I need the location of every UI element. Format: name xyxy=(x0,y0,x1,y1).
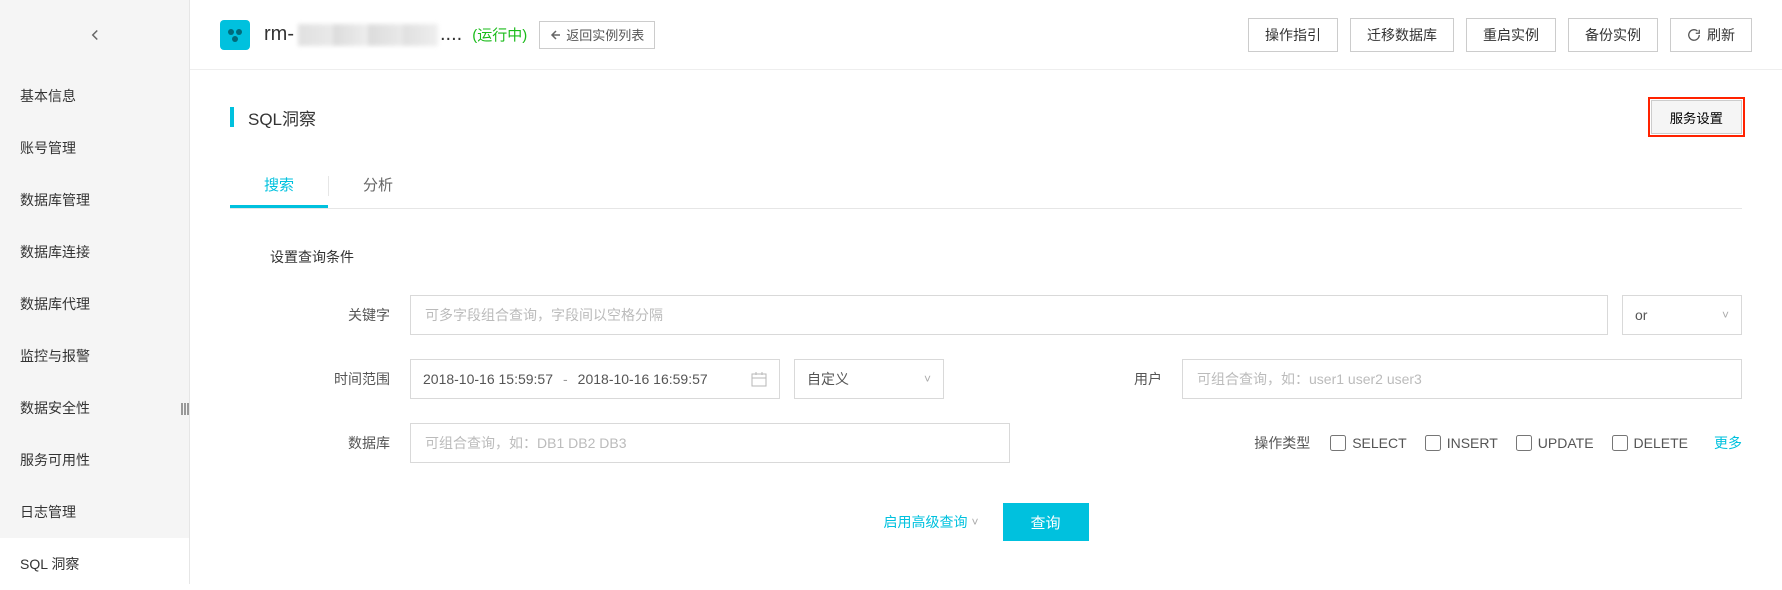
sidebar-item-monitor[interactable]: 监控与报警 xyxy=(0,330,189,382)
checkbox-delete[interactable] xyxy=(1612,435,1628,451)
header-actions: 操作指引 迁移数据库 重启实例 备份实例 刷新 xyxy=(1248,18,1752,52)
keyword-input[interactable] xyxy=(410,295,1608,335)
sidebar: 基本信息 账号管理 数据库管理 数据库连接 数据库代理 监控与报警 数据安全性 … xyxy=(0,0,190,584)
optype-select-label: SELECT xyxy=(1352,435,1406,451)
optype-delete-label: DELETE xyxy=(1634,435,1688,451)
sidebar-item-db-manage[interactable]: 数据库管理 xyxy=(0,174,189,226)
refresh-button[interactable]: 刷新 xyxy=(1670,18,1752,52)
operation-guide-button[interactable]: 操作指引 xyxy=(1248,18,1338,52)
instance-name-prefix: rm- xyxy=(264,23,294,45)
migrate-db-button[interactable]: 迁移数据库 xyxy=(1350,18,1454,52)
row-keyword: 关键字 or ˅ xyxy=(230,295,1742,335)
row-db-optype: 数据库 操作类型 SELECT INSERT UPDATE DELETE 更多 xyxy=(230,423,1742,463)
calendar-icon xyxy=(751,371,767,387)
section-label: 设置查询条件 xyxy=(270,247,1742,267)
instance-status: (运行中) xyxy=(472,24,527,45)
instance-name-mask xyxy=(298,24,438,46)
return-list-label: 返回实例列表 xyxy=(566,25,644,44)
sidebar-item-availability[interactable]: 服务可用性 xyxy=(0,434,189,486)
chevron-down-icon: ˅ xyxy=(924,372,931,386)
sidebar-item-db-proxy[interactable]: 数据库代理 xyxy=(0,278,189,330)
optype-delete[interactable]: DELETE xyxy=(1612,435,1688,451)
enable-advanced-query-link[interactable]: 启用高级查询 ˅ xyxy=(883,512,978,532)
chevron-down-icon: ˅ xyxy=(1722,308,1729,322)
user-input[interactable] xyxy=(1182,359,1742,399)
instance-name: rm-.... xyxy=(264,23,462,46)
datetime-separator: - xyxy=(563,371,568,387)
service-settings-button[interactable]: 服务设置 xyxy=(1651,100,1742,134)
chevron-left-icon xyxy=(86,26,104,44)
datetime-from: 2018-10-16 15:59:57 xyxy=(423,371,553,387)
page-title-text: SQL洞察 xyxy=(248,105,316,130)
sidebar-item-security[interactable]: 数据安全性 xyxy=(0,382,189,434)
page-title: SQL洞察 xyxy=(230,105,316,130)
chevron-down-icon: ˅ xyxy=(971,515,978,529)
main-panel: rm-.... (运行中) 返回实例列表 操作指引 迁移数据库 重启实例 备份实… xyxy=(190,0,1782,584)
time-preset-value: 自定义 xyxy=(807,369,849,389)
datetime-range-input[interactable]: 2018-10-16 15:59:57 - 2018-10-16 16:59:5… xyxy=(410,359,780,399)
checkbox-insert[interactable] xyxy=(1425,435,1441,451)
checkbox-select[interactable] xyxy=(1330,435,1346,451)
datetime-to: 2018-10-16 16:59:57 xyxy=(578,371,708,387)
restart-instance-button[interactable]: 重启实例 xyxy=(1466,18,1556,52)
optype-group: SELECT INSERT UPDATE DELETE 更多 xyxy=(1330,433,1742,453)
label-user: 用户 xyxy=(1072,369,1162,389)
logic-select[interactable]: or ˅ xyxy=(1622,295,1742,335)
row-time-user: 时间范围 2018-10-16 15:59:57 - 2018-10-16 16… xyxy=(230,359,1742,399)
label-keyword: 关键字 xyxy=(270,305,390,325)
adv-label: 启用高级查询 xyxy=(883,512,967,532)
collapse-icon xyxy=(180,401,190,417)
db-icon xyxy=(226,26,244,44)
footer-actions: 启用高级查询 ˅ 查询 xyxy=(230,503,1742,541)
checkbox-update[interactable] xyxy=(1516,435,1532,451)
page-title-row: SQL洞察 服务设置 xyxy=(230,100,1742,134)
database-input[interactable] xyxy=(410,423,1010,463)
optype-more-link[interactable]: 更多 xyxy=(1714,433,1742,453)
refresh-label: 刷新 xyxy=(1707,25,1735,45)
logic-value: or xyxy=(1635,307,1647,323)
optype-update-label: UPDATE xyxy=(1538,435,1594,451)
label-time: 时间范围 xyxy=(270,369,390,389)
instance-type-icon xyxy=(220,20,250,50)
tab-search[interactable]: 搜索 xyxy=(230,164,328,208)
optype-insert-label: INSERT xyxy=(1447,435,1498,451)
query-button[interactable]: 查询 xyxy=(1003,503,1089,541)
optype-update[interactable]: UPDATE xyxy=(1516,435,1594,451)
label-database: 数据库 xyxy=(270,433,390,453)
refresh-icon xyxy=(1687,28,1701,42)
backup-instance-button[interactable]: 备份实例 xyxy=(1568,18,1658,52)
content: SQL洞察 服务设置 搜索 分析 设置查询条件 关键字 or ˅ 时间范围 20… xyxy=(190,70,1782,571)
sidebar-item-db-connect[interactable]: 数据库连接 xyxy=(0,226,189,278)
sidebar-item-sql-insight[interactable]: SQL 洞察 xyxy=(0,538,189,590)
optype-insert[interactable]: INSERT xyxy=(1425,435,1498,451)
sidebar-item-logs[interactable]: 日志管理 xyxy=(0,486,189,538)
instance-name-ellipsis: .... xyxy=(440,23,462,45)
return-instance-list-button[interactable]: 返回实例列表 xyxy=(539,21,655,49)
tab-analyze[interactable]: 分析 xyxy=(329,164,427,208)
arrow-up-left-icon xyxy=(550,29,562,41)
sidebar-item-basic-info[interactable]: 基本信息 xyxy=(0,70,189,122)
header: rm-.... (运行中) 返回实例列表 操作指引 迁移数据库 重启实例 备份实… xyxy=(190,0,1782,70)
sidebar-item-account[interactable]: 账号管理 xyxy=(0,122,189,174)
label-optype: 操作类型 xyxy=(1220,433,1310,453)
title-accent-bar xyxy=(230,107,234,127)
time-preset-select[interactable]: 自定义 ˅ xyxy=(794,359,944,399)
back-button[interactable] xyxy=(0,0,189,70)
optype-select[interactable]: SELECT xyxy=(1330,435,1406,451)
tabs: 搜索 分析 xyxy=(230,164,1742,209)
